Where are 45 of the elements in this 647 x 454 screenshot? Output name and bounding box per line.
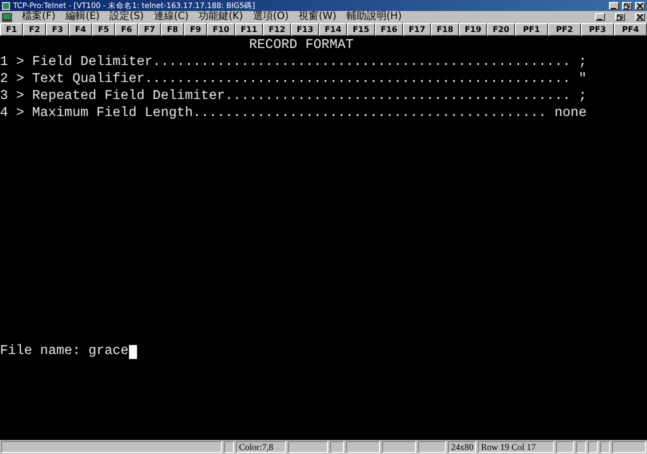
function-key[interactable]: F19	[459, 23, 487, 36]
function-key[interactable]: F2	[23, 23, 46, 36]
function-key[interactable]: F4	[69, 23, 92, 36]
function-key[interactable]: PF3	[581, 23, 614, 36]
option-label: 1 > Field Delimiter....................................................	[0, 54, 571, 71]
screen-heading: RECORD FORMAT	[249, 37, 354, 54]
option-label: 2 > Text Qualifier.....................................................	[0, 71, 571, 88]
menu-item[interactable]: 連線(C)	[154, 11, 189, 23]
option-value: ;	[578, 54, 587, 71]
color-status: Color:7,8	[236, 441, 286, 453]
function-key[interactable]: F11	[235, 23, 263, 36]
function-key[interactable]: F1	[0, 23, 23, 36]
function-key[interactable]: F16	[375, 23, 403, 36]
option-value: none	[554, 105, 587, 122]
function-key[interactable]: F8	[161, 23, 184, 36]
menu-item[interactable]: 視窗(W)	[298, 11, 336, 23]
function-key[interactable]: F20	[487, 23, 515, 36]
menu-item[interactable]: 功能鍵(K)	[198, 11, 244, 23]
function-key[interactable]: F17	[403, 23, 431, 36]
prompt-text: File name: grace	[0, 343, 129, 360]
function-key[interactable]: F18	[431, 23, 459, 36]
option-label: 4 > Maximum Field Length............................................	[0, 105, 546, 122]
function-key[interactable]: PF2	[548, 23, 581, 36]
menu-item[interactable]: 選項(O)	[253, 11, 289, 23]
menu-item[interactable]: 檔案(F)	[22, 11, 56, 23]
function-key[interactable]: PF4	[614, 23, 647, 36]
function-key[interactable]: F13	[291, 23, 319, 36]
function-key[interactable]: F3	[46, 23, 69, 36]
menu-item[interactable]: 設定(S)	[110, 11, 144, 23]
menu-item[interactable]: 編輯(E)	[66, 11, 100, 23]
option-value: ;	[578, 88, 587, 105]
function-key[interactable]: F14	[319, 23, 347, 36]
option-label: 3 > Repeated Field Delimiter...........................................	[0, 88, 571, 105]
function-key[interactable]: F5	[92, 23, 115, 36]
function-key[interactable]: F9	[184, 23, 207, 36]
menu-item[interactable]: 輔助說明(H)	[346, 11, 402, 23]
cursor-position-status: Row 19 Col 17	[478, 441, 554, 453]
function-key[interactable]: F6	[115, 23, 138, 36]
screen-size-status: 24x80	[448, 441, 476, 453]
function-key[interactable]: F12	[263, 23, 291, 36]
option-value: "	[578, 71, 587, 88]
function-key[interactable]: PF1	[515, 23, 548, 36]
function-key[interactable]: F7	[138, 23, 161, 36]
function-key[interactable]: F15	[347, 23, 375, 36]
function-key[interactable]: F10	[207, 23, 235, 36]
